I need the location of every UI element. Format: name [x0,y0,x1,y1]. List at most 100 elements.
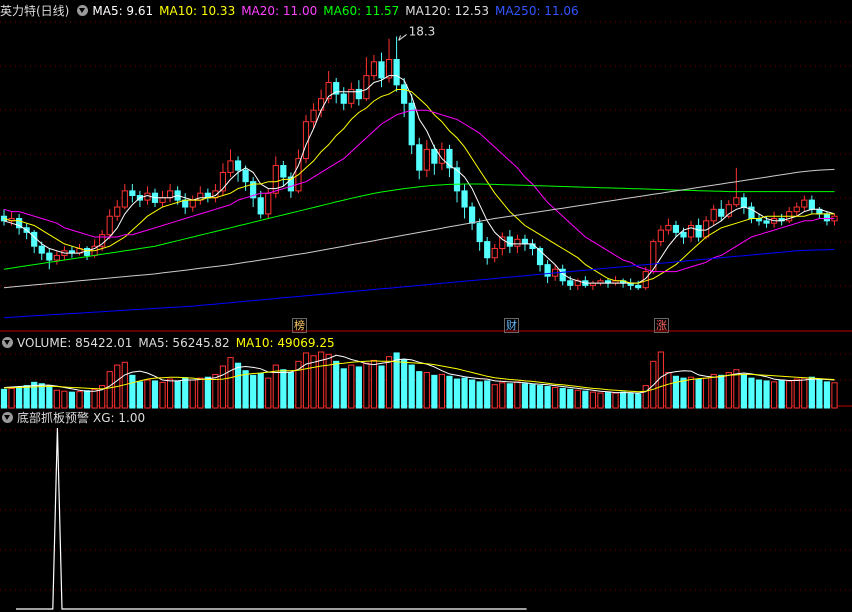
volume-bar [604,392,612,409]
volume-bar [8,387,15,409]
volume-bar [695,378,702,409]
price-ma60-line [3,183,835,270]
candle-body [657,229,664,243]
volume-legend: VOLUME: 85422.01 MA5: 56245.82 MA10: 49069… [0,334,341,352]
volume-value: VOLUME: 85422.01 [17,336,133,350]
candle-body [665,224,672,231]
volume-bar [536,385,544,409]
volume-bar [718,374,725,409]
candle-body [469,206,476,224]
volume-bar [431,374,438,409]
volume-bar [793,378,800,409]
volume-bar [129,374,136,409]
volume-bar [725,372,732,409]
volume-bar [748,377,755,409]
volume-bar [574,389,581,409]
volume-bar [831,382,838,409]
candle-body [242,169,249,183]
volume-bar [159,381,166,409]
candle-body [265,192,272,215]
volume-bar [53,389,60,409]
candle-body [257,197,264,215]
volume-bar [144,379,151,409]
candle-body [687,224,695,238]
candle-body [484,241,491,259]
volume-bar [46,385,53,409]
volume-bar [582,390,589,409]
candle-body [393,58,400,86]
volume-bar [167,378,174,409]
volume-bar [771,381,778,409]
event-tag-zhang[interactable]: 涨 [654,318,669,333]
ma60-legend: MA60: 11.57 [323,4,400,18]
candle-body [544,264,551,277]
volume-bar [635,393,642,409]
volume-bar [506,383,513,409]
candle-body [106,215,113,236]
candle-body [733,197,740,206]
volume-bar [287,372,294,409]
volume-bar [544,386,551,409]
candle-body [121,190,128,208]
candle-body [46,252,53,261]
candle-body [159,197,166,203]
volume-bar [665,372,672,409]
candle-body [114,206,121,217]
candle-body [38,245,45,254]
volume-bar [657,351,664,409]
candle-body [506,236,513,247]
volume-bar [763,380,770,409]
volume-bar [151,380,159,409]
event-tag-bang[interactable]: 榜 [292,318,307,333]
candle-body [823,213,831,222]
volume-caret-icon[interactable] [2,337,13,348]
volume-bar [250,374,257,409]
volume-bar [687,376,695,409]
volume-bar [333,360,340,409]
volume-bar [453,378,461,409]
xg-signal-line [16,427,527,610]
ma5-legend: MA5: 9.61 [92,4,154,18]
candle-body [710,208,717,222]
collapse-caret-icon[interactable] [77,5,89,16]
volume-bar [91,388,98,409]
kline-chart[interactable]: 18.3 [0,0,852,612]
volume-bar [755,379,763,409]
price-legend: 英力特(日线) MA5: 9.61 MA10: 10.33 MA20: 11.00 MA… [0,2,585,20]
volume-bar [416,371,423,409]
volume-bar [302,352,310,409]
volume-bar [242,370,249,409]
indicator-caret-icon[interactable] [2,412,13,423]
event-tag-cai[interactable]: 财 [504,318,519,333]
volume-bar [642,385,649,409]
candle-body [431,148,438,164]
candle-body [370,61,378,77]
volume-bar [83,390,91,409]
volume-bar [310,355,317,409]
candle-body [801,199,808,208]
candle-body [476,222,483,243]
ma10-legend: MA10: 10.33 [159,4,236,18]
volume-bar [408,364,415,409]
volume-bar [801,377,808,409]
candle-body [423,148,430,171]
candle-body [416,144,423,171]
candle-body [280,165,287,178]
volume-bar [234,362,242,409]
volume-bar [438,373,445,409]
indicator-name: 底部抓板预警 [17,411,90,425]
volume-bar [823,381,831,409]
candle-body [340,93,347,104]
candle-body [234,160,242,171]
volume-bar [189,379,196,409]
volume-bar [325,353,332,409]
volume-bar [476,381,483,409]
volume-bar [280,369,287,409]
xg-value: XG: 1.00 [93,411,146,425]
volume-bar [529,384,536,409]
candle-body [378,61,385,79]
volume-bar [521,383,529,409]
volume-bar [38,383,45,409]
volume-bar [680,377,687,409]
high-marker-label: 18.3 [409,24,436,38]
